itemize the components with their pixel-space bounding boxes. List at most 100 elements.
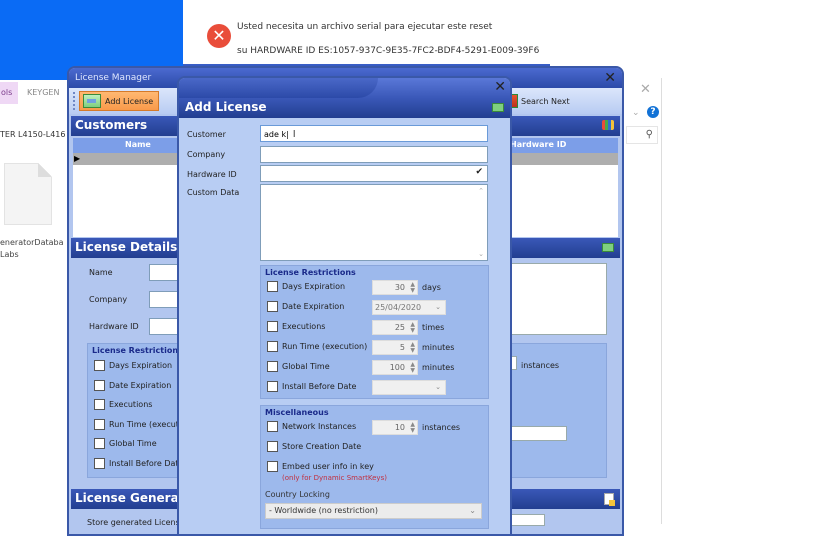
- address-bar[interactable]: TER L4150-L416: [0, 130, 65, 139]
- store-creation-date-label: Store Creation Date: [282, 442, 362, 451]
- dialog-titlebar[interactable]: ✕: [179, 78, 510, 98]
- checkbox[interactable]: [267, 321, 278, 332]
- search-next-label: Search Next: [521, 96, 570, 106]
- chevron-down-icon[interactable]: ⌄: [435, 301, 441, 314]
- store-generated-label: Store generated License: [87, 518, 185, 527]
- add-license-dialog: ✕ Add License Customer ade k| I Company H…: [177, 76, 512, 536]
- global-time-spinner[interactable]: 100 ▲ ▼: [372, 360, 418, 375]
- install-before-date-checkbox[interactable]: Install Before Date: [267, 381, 356, 392]
- ld-executions-checkbox[interactable]: Executions: [94, 399, 152, 410]
- add-license-header: Add License: [179, 98, 510, 118]
- checkbox[interactable]: [267, 461, 278, 472]
- check-icon[interactable]: ✔: [475, 167, 483, 177]
- license-details-title: License Details: [75, 240, 178, 254]
- hardware-id-input[interactable]: ✔: [260, 165, 488, 182]
- custom-data-textarea[interactable]: ⌃ ⌄: [260, 184, 488, 261]
- country-locking-label: Country Locking: [265, 490, 330, 499]
- ld-global-time-checkbox[interactable]: Global Time: [94, 438, 157, 449]
- help-icon[interactable]: ?: [647, 106, 659, 118]
- checkbox[interactable]: [267, 381, 278, 392]
- file-icon[interactable]: [4, 163, 52, 225]
- column-name[interactable]: Name: [125, 140, 151, 149]
- ld-days-expiration-checkbox[interactable]: Days Expiration: [94, 360, 172, 371]
- embed-user-info-checkbox[interactable]: Embed user info in key: [267, 461, 374, 472]
- network-instances-checkbox[interactable]: Network Instances: [267, 421, 356, 432]
- checkbox[interactable]: [94, 399, 105, 410]
- executions-value: 25: [394, 323, 405, 332]
- checkbox[interactable]: [267, 281, 278, 292]
- ld-run-time-checkbox[interactable]: Run Time (executi: [94, 419, 181, 430]
- search-next-button[interactable]: Search Next: [506, 92, 570, 110]
- checkbox[interactable]: [94, 458, 105, 469]
- date-expiration-label: Date Expiration: [282, 302, 345, 311]
- store-creation-date-checkbox[interactable]: Store Creation Date: [267, 441, 361, 452]
- run-time-value: 5: [399, 343, 405, 352]
- install-before-date-picker[interactable]: ⌄: [372, 380, 446, 395]
- license-generation-title: License Generati: [75, 491, 189, 505]
- file-name[interactable]: eneratorDataba Labs: [0, 237, 64, 261]
- network-instances-spinner[interactable]: 10 ▲ ▼: [372, 420, 418, 435]
- checkbox[interactable]: [94, 438, 105, 449]
- file-name-line1: eneratorDataba: [0, 238, 64, 247]
- scroll-down-icon[interactable]: ⌄: [478, 250, 484, 258]
- ld-run-time-label: Run Time (executi: [109, 420, 182, 429]
- checkbox[interactable]: [267, 361, 278, 372]
- spinner-arrows-icon[interactable]: ▲ ▼: [410, 282, 415, 294]
- dynamic-smartkeys-note: (only for Dynamic SmartKeys): [282, 474, 387, 482]
- spinner-arrows-icon[interactable]: ▲ ▼: [410, 362, 415, 374]
- ld-custom-data-textarea[interactable]: [511, 263, 607, 335]
- ld-company-label: Company: [89, 295, 128, 304]
- executions-label: Executions: [282, 322, 326, 331]
- executions-checkbox[interactable]: Executions: [267, 321, 325, 332]
- chevron-down-icon[interactable]: ⌄: [632, 108, 640, 118]
- ribbon-tab-keygen[interactable]: KEYGEN: [27, 88, 59, 97]
- close-icon[interactable]: ✕: [640, 82, 651, 97]
- country-locking-select[interactable]: - Worldwide (no restriction) ⌄: [265, 503, 482, 519]
- dialog-title: Add License: [185, 100, 267, 114]
- add-license-label: Add License: [105, 96, 154, 106]
- close-button[interactable]: ✕: [604, 70, 616, 86]
- add-license-button[interactable]: Add License: [79, 91, 159, 111]
- checkbox[interactable]: [94, 380, 105, 391]
- ld-right-input[interactable]: [511, 426, 567, 441]
- customer-label: Customer: [187, 130, 226, 139]
- days-expiration-value: 30: [394, 283, 405, 292]
- checkbox[interactable]: [267, 301, 278, 312]
- checkbox[interactable]: [94, 360, 105, 371]
- checkbox[interactable]: [267, 441, 278, 452]
- chevron-down-icon[interactable]: ⌄: [469, 504, 476, 518]
- hardware-id-message: su HARDWARE ID ES:1057-937C-9E35-7FC2-BD…: [237, 46, 540, 56]
- chevron-down-icon[interactable]: ⌄: [435, 381, 441, 394]
- checkbox[interactable]: [94, 419, 105, 430]
- days-expiration-label: Days Expiration: [282, 282, 346, 291]
- license-card-icon[interactable]: [602, 243, 614, 252]
- scroll-up-icon[interactable]: ⌃: [478, 187, 484, 195]
- spinner-arrows-icon[interactable]: ▲ ▼: [410, 342, 415, 354]
- toolbar-grip[interactable]: [73, 92, 76, 110]
- run-time-spinner[interactable]: 5 ▲ ▼: [372, 340, 418, 355]
- executions-spinner[interactable]: 25 ▲ ▼: [372, 320, 418, 335]
- document-icon[interactable]: [604, 493, 615, 506]
- ribbon-tab-tools[interactable]: ols: [0, 82, 18, 104]
- ld-install-before-date-checkbox[interactable]: Install Before Date: [94, 458, 183, 469]
- customer-input[interactable]: ade k| I: [260, 125, 488, 142]
- checkbox[interactable]: [267, 421, 278, 432]
- column-hardware-id[interactable]: Hardware ID: [510, 140, 566, 149]
- close-button[interactable]: ✕: [494, 79, 506, 95]
- date-expiration-checkbox[interactable]: Date Expiration: [267, 301, 344, 312]
- add-license-icon: [83, 94, 101, 108]
- ld-date-expiration-checkbox[interactable]: Date Expiration: [94, 380, 171, 391]
- checkbox[interactable]: [267, 341, 278, 352]
- windows-flag-icon[interactable]: [602, 120, 614, 130]
- days-expiration-checkbox[interactable]: Days Expiration: [267, 281, 345, 292]
- run-time-checkbox[interactable]: Run Time (execution): [267, 341, 367, 352]
- days-expiration-spinner[interactable]: 30 ▲ ▼: [372, 280, 418, 295]
- global-time-unit: minutes: [422, 363, 455, 372]
- date-expiration-picker[interactable]: 25/04/2020 ⌄: [372, 300, 446, 315]
- search-icon[interactable]: ⚲: [626, 126, 658, 144]
- store-generated-input[interactable]: [509, 514, 545, 526]
- company-input[interactable]: [260, 146, 488, 163]
- spinner-arrows-icon[interactable]: ▲ ▼: [410, 422, 415, 434]
- spinner-arrows-icon[interactable]: ▲ ▼: [410, 322, 415, 334]
- global-time-checkbox[interactable]: Global Time: [267, 361, 330, 372]
